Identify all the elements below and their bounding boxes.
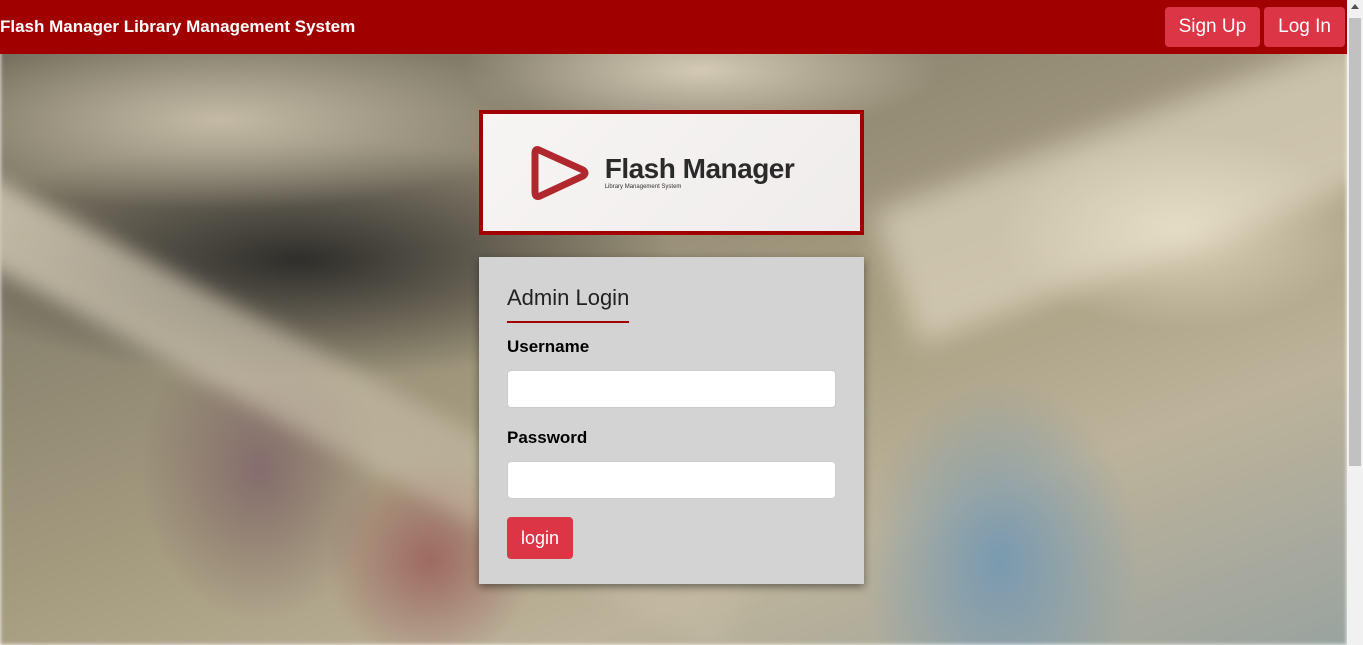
scroll-up-icon[interactable] — [1351, 4, 1359, 9]
username-label: Username — [507, 337, 590, 356]
login-card: Admin Login Username Password login — [479, 257, 864, 584]
navbar: Flash Manager Library Management System … — [0, 0, 1347, 54]
navbar-brand[interactable]: Flash Manager Library Management System — [0, 17, 355, 37]
login-title: Admin Login — [507, 285, 630, 323]
password-input[interactable] — [507, 461, 836, 499]
scrollbar[interactable] — [1347, 0, 1363, 645]
scrollbar-thumb[interactable] — [1349, 18, 1361, 466]
page: Flash Manager Library Management System … — [0, 0, 1363, 645]
log-in-button[interactable]: Log In — [1264, 7, 1345, 47]
navbar-actions: Sign Up Log In — [1164, 7, 1347, 47]
logo-text: Flash Manager Library Management System — [604, 152, 795, 191]
logo-subtitle: Library Management System — [604, 183, 682, 190]
logo: Flash Manager Library Management System — [529, 142, 795, 204]
login-button[interactable]: login — [507, 517, 574, 559]
play-triangle-icon — [531, 145, 589, 200]
logo-title: Flash Manager — [604, 152, 795, 184]
sign-up-button[interactable]: Sign Up — [1164, 7, 1261, 47]
username-input[interactable] — [507, 370, 836, 408]
logo-banner: Flash Manager Library Management System — [479, 110, 864, 235]
password-label: Password — [507, 428, 588, 447]
